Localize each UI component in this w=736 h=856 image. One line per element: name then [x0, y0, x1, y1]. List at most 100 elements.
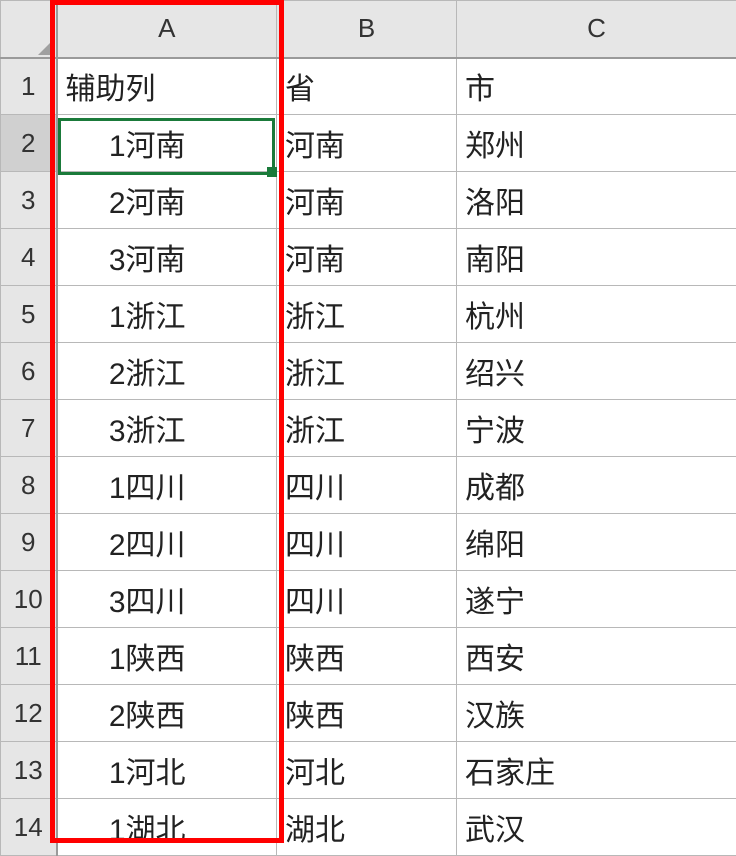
row-header-2[interactable]: 2	[1, 115, 57, 172]
cell-suffix: 陕西	[126, 643, 186, 676]
cell-B1[interactable]: 省	[277, 58, 457, 115]
cell-A14[interactable]: 1湖北	[57, 799, 277, 856]
spreadsheet-grid: A B C 1 辅助列 省 市 2 1河南 河南 郑州 3 2河南 河南 洛阳 …	[0, 0, 736, 856]
cell-prefix: 2	[66, 358, 126, 392]
cell-B5[interactable]: 浙江	[277, 286, 457, 343]
table-row: 14 1湖北 湖北 武汉	[1, 799, 736, 856]
cell-suffix: 河南	[126, 130, 186, 163]
cell-B4[interactable]: 河南	[277, 229, 457, 286]
cell-C14[interactable]: 武汉	[457, 799, 736, 856]
cell-C8[interactable]: 成都	[457, 457, 736, 514]
cell-suffix: 湖北	[126, 814, 186, 847]
cell-prefix: 1	[66, 130, 126, 164]
cell-suffix: 浙江	[126, 301, 186, 334]
cell-prefix: 3	[66, 244, 126, 278]
cell-A3[interactable]: 2河南	[57, 172, 277, 229]
cell-A12[interactable]: 2陕西	[57, 685, 277, 742]
column-header-row: A B C	[1, 1, 736, 58]
cell-A8[interactable]: 1四川	[57, 457, 277, 514]
cell-B8[interactable]: 四川	[277, 457, 457, 514]
corner-triangle-icon	[38, 39, 54, 55]
cell-prefix: 1	[66, 472, 126, 506]
cell-C10[interactable]: 遂宁	[457, 571, 736, 628]
cell-suffix: 河南	[126, 187, 186, 220]
cell-prefix: 1	[66, 757, 126, 791]
col-header-B[interactable]: B	[277, 1, 457, 58]
table-row: 11 1陕西 陕西 西安	[1, 628, 736, 685]
cell-A11[interactable]: 1陕西	[57, 628, 277, 685]
row-header-11[interactable]: 11	[1, 628, 57, 685]
cell-prefix: 2	[66, 529, 126, 563]
select-all-corner[interactable]	[1, 1, 57, 58]
col-header-A[interactable]: A	[57, 1, 277, 58]
cell-B3[interactable]: 河南	[277, 172, 457, 229]
cell-C6[interactable]: 绍兴	[457, 343, 736, 400]
cell-B2[interactable]: 河南	[277, 115, 457, 172]
table-row: 12 2陕西 陕西 汉族	[1, 685, 736, 742]
row-header-10[interactable]: 10	[1, 571, 57, 628]
cell-prefix: 1	[66, 643, 126, 677]
table-row: 7 3浙江 浙江 宁波	[1, 400, 736, 457]
cell-A5[interactable]: 1浙江	[57, 286, 277, 343]
cell-B12[interactable]: 陕西	[277, 685, 457, 742]
cell-suffix: 浙江	[126, 415, 186, 448]
cell-suffix: 四川	[126, 472, 186, 505]
row-header-14[interactable]: 14	[1, 799, 57, 856]
cell-C5[interactable]: 杭州	[457, 286, 736, 343]
cell-A4[interactable]: 3河南	[57, 229, 277, 286]
table-row: 6 2浙江 浙江 绍兴	[1, 343, 736, 400]
table-row: 2 1河南 河南 郑州	[1, 115, 736, 172]
cell-prefix: 3	[66, 586, 126, 620]
cell-suffix: 陕西	[126, 700, 186, 733]
table-row: 10 3四川 四川 遂宁	[1, 571, 736, 628]
cell-B13[interactable]: 河北	[277, 742, 457, 799]
table-row: 8 1四川 四川 成都	[1, 457, 736, 514]
cell-A6[interactable]: 2浙江	[57, 343, 277, 400]
cell-C11[interactable]: 西安	[457, 628, 736, 685]
cell-suffix: 河北	[126, 757, 186, 790]
cell-A13[interactable]: 1河北	[57, 742, 277, 799]
table-row: 9 2四川 四川 绵阳	[1, 514, 736, 571]
table-row: 5 1浙江 浙江 杭州	[1, 286, 736, 343]
cell-B7[interactable]: 浙江	[277, 400, 457, 457]
row-header-7[interactable]: 7	[1, 400, 57, 457]
cell-prefix: 1	[66, 301, 126, 335]
row-header-9[interactable]: 9	[1, 514, 57, 571]
cell-C9[interactable]: 绵阳	[457, 514, 736, 571]
cell-prefix: 2	[66, 187, 126, 221]
cell-suffix: 浙江	[126, 358, 186, 391]
table-row: 13 1河北 河北 石家庄	[1, 742, 736, 799]
cell-C2[interactable]: 郑州	[457, 115, 736, 172]
cell-C1[interactable]: 市	[457, 58, 736, 115]
table-row: 3 2河南 河南 洛阳	[1, 172, 736, 229]
cell-A10[interactable]: 3四川	[57, 571, 277, 628]
row-header-13[interactable]: 13	[1, 742, 57, 799]
cell-C12[interactable]: 汉族	[457, 685, 736, 742]
row-header-3[interactable]: 3	[1, 172, 57, 229]
cell-B11[interactable]: 陕西	[277, 628, 457, 685]
cell-A1[interactable]: 辅助列	[57, 58, 277, 115]
cell-prefix: 3	[66, 415, 126, 449]
cell-C7[interactable]: 宁波	[457, 400, 736, 457]
cell-C3[interactable]: 洛阳	[457, 172, 736, 229]
cell-A9[interactable]: 2四川	[57, 514, 277, 571]
cell-C4[interactable]: 南阳	[457, 229, 736, 286]
cell-C13[interactable]: 石家庄	[457, 742, 736, 799]
row-header-1[interactable]: 1	[1, 58, 57, 115]
row-header-6[interactable]: 6	[1, 343, 57, 400]
row-header-4[interactable]: 4	[1, 229, 57, 286]
table-row: 4 3河南 河南 南阳	[1, 229, 736, 286]
cell-B6[interactable]: 浙江	[277, 343, 457, 400]
cell-suffix: 四川	[126, 586, 186, 619]
cell-B14[interactable]: 湖北	[277, 799, 457, 856]
row-header-12[interactable]: 12	[1, 685, 57, 742]
table-row: 1 辅助列 省 市	[1, 58, 736, 115]
row-header-5[interactable]: 5	[1, 286, 57, 343]
col-header-C[interactable]: C	[457, 1, 736, 58]
cell-A7[interactable]: 3浙江	[57, 400, 277, 457]
cell-B9[interactable]: 四川	[277, 514, 457, 571]
cell-suffix: 四川	[126, 529, 186, 562]
row-header-8[interactable]: 8	[1, 457, 57, 514]
cell-A2[interactable]: 1河南	[57, 115, 277, 172]
cell-B10[interactable]: 四川	[277, 571, 457, 628]
